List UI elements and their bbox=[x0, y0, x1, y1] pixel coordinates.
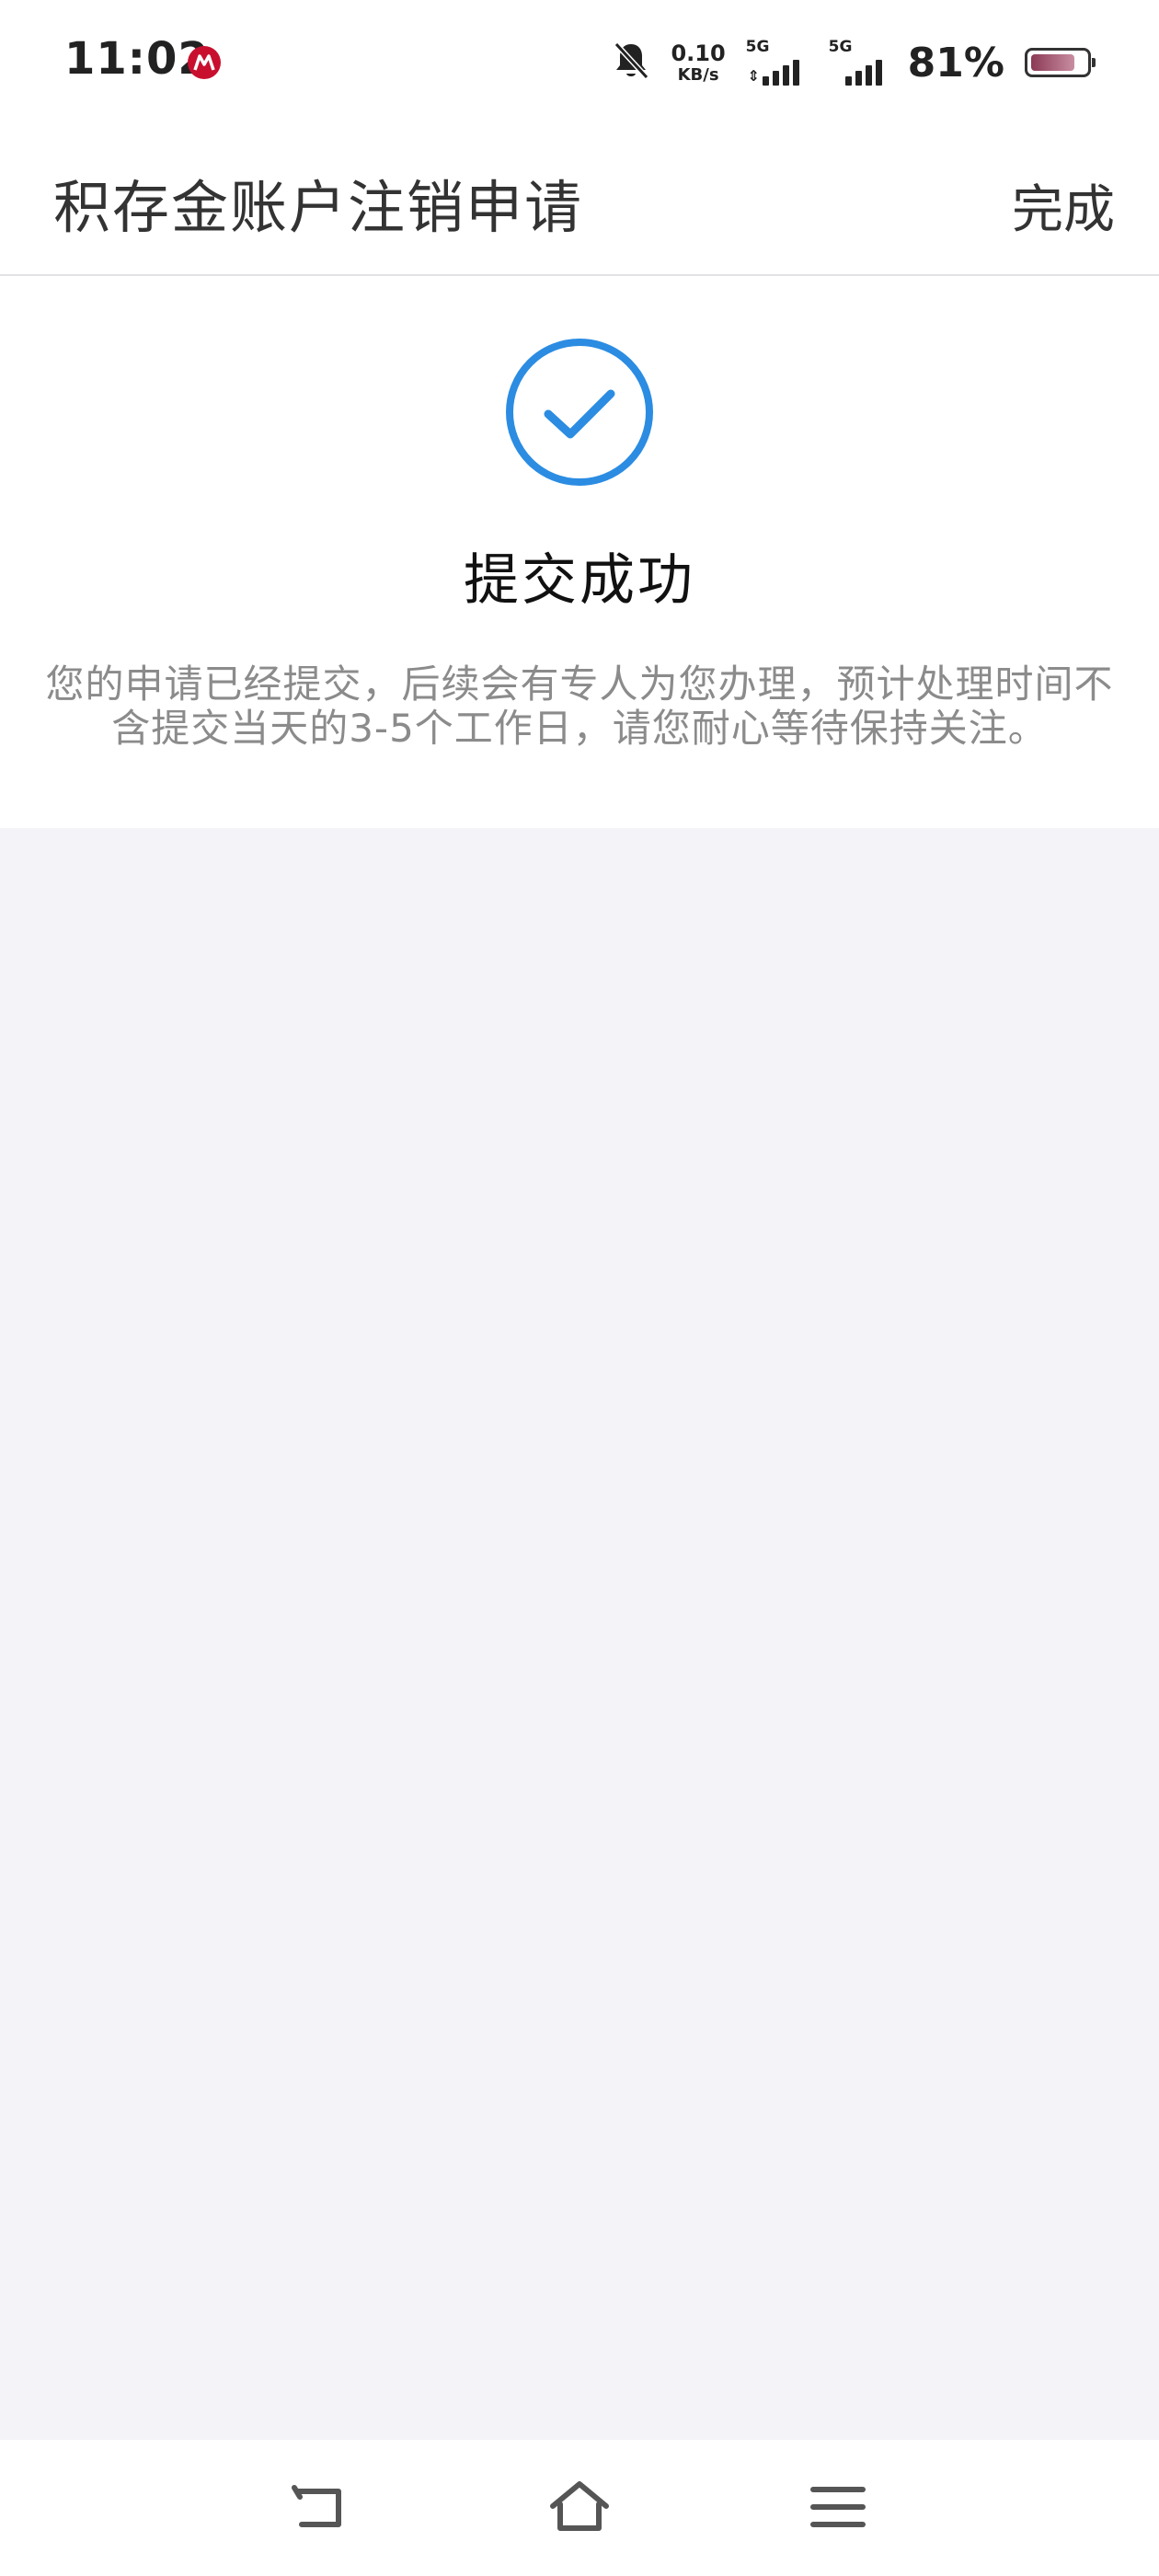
signal-icon: 5G ⇕ bbox=[745, 38, 809, 86]
menu-icon[interactable] bbox=[808, 2477, 868, 2537]
system-nav-bar bbox=[0, 2440, 1159, 2576]
signal-bar bbox=[865, 65, 872, 86]
battery-icon bbox=[1025, 48, 1096, 77]
signal-bar bbox=[762, 76, 769, 86]
data-arrows-icon: ⇕ bbox=[747, 67, 761, 85]
success-description: 您的申请已经提交，后续会有专人为您办理，预计处理时间不 含提交当天的3-5个工作… bbox=[0, 662, 1159, 751]
page-title: 积存金账户注销申请 bbox=[53, 174, 584, 241]
success-title: 提交成功 bbox=[464, 548, 695, 613]
signal-bar bbox=[844, 76, 852, 86]
app-notification-icon bbox=[188, 46, 221, 79]
status-icons: 0.10 KB/s 5G ⇕ 5G 81% bbox=[612, 33, 1096, 92]
check-circle-icon bbox=[506, 339, 653, 486]
home-icon[interactable] bbox=[549, 2477, 610, 2537]
net-speed-unit: KB/s bbox=[677, 64, 719, 85]
success-description-line: 含提交当天的3-5个工作日，请您耐心等待保持关注。 bbox=[111, 706, 1048, 751]
sim2-network-label: 5G bbox=[828, 38, 853, 56]
net-speed: 0.10 KB/s bbox=[671, 42, 725, 84]
battery-percent: 81% bbox=[907, 39, 1004, 86]
bell-muted-icon bbox=[612, 40, 650, 85]
success-description-line: 您的申请已经提交，后续会有专人为您办理，预计处理时间不 bbox=[45, 661, 1114, 707]
signal-bar bbox=[875, 60, 882, 86]
signal-bar bbox=[792, 60, 799, 86]
net-speed-value: 0.10 bbox=[671, 40, 726, 66]
sim1-network-label: 5G bbox=[745, 38, 770, 56]
back-icon[interactable] bbox=[291, 2477, 351, 2537]
signal-bar bbox=[855, 71, 862, 86]
signal-bar bbox=[782, 65, 789, 86]
page-header: 积存金账户注销申请 完成 bbox=[0, 124, 1159, 276]
status-bar: 11:02 0.10 KB/s 5G ⇕ 5G 81% bbox=[0, 0, 1159, 124]
done-button[interactable]: 完成 bbox=[1012, 168, 1115, 243]
battery-fill bbox=[1031, 54, 1074, 71]
result-panel: 提交成功 您的申请已经提交，后续会有专人为您办理，预计处理时间不 含提交当天的3… bbox=[0, 276, 1159, 828]
signal-icon-2: 5G bbox=[828, 38, 888, 86]
signal-bar bbox=[772, 71, 779, 86]
